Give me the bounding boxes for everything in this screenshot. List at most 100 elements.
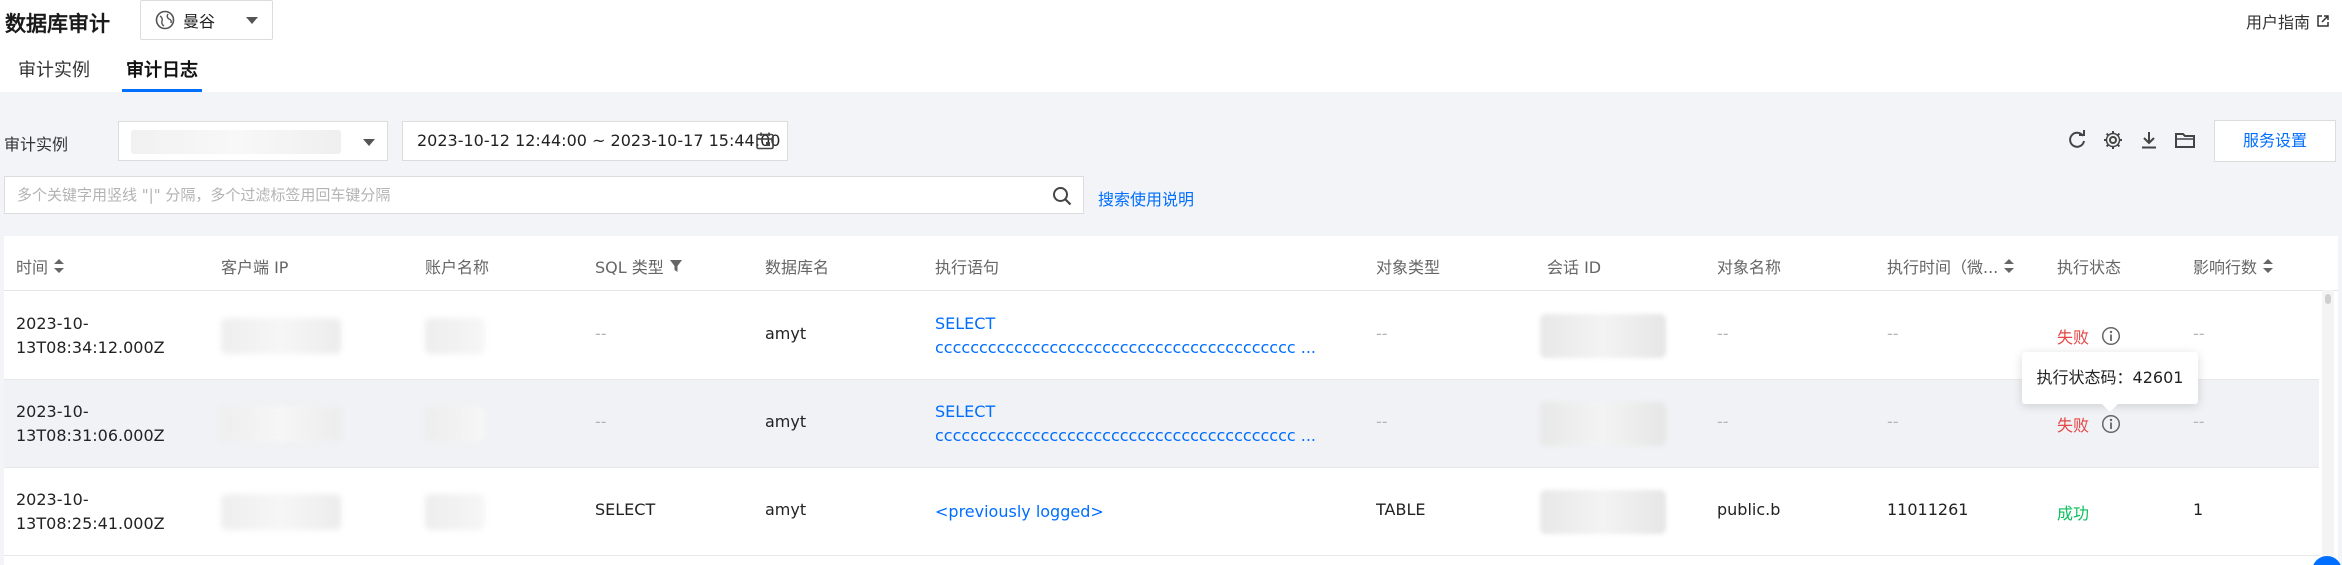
cell-object-name: -- — [1717, 324, 1729, 343]
service-settings-button[interactable]: 服务设置 — [2214, 120, 2336, 162]
sort-icon — [2004, 259, 2015, 273]
search-box — [4, 176, 1084, 214]
time-line-1: 2023-10- — [16, 314, 89, 333]
col-client-ip: 客户端 IP — [221, 254, 288, 278]
cell-object-name: public.b — [1717, 500, 1781, 519]
cell-object-type: -- — [1376, 412, 1388, 431]
table-row[interactable]: 2023-10- 13T08:31:06.000Z -- amyt SELECT… — [4, 380, 2319, 468]
col-label: 客户端 IP — [221, 258, 289, 277]
cell-db-name: amyt — [765, 500, 807, 519]
time-line-2: 13T08:31:06.000Z — [16, 426, 165, 445]
date-range-value: 2023-10-12 12:44:00 ~ 2023-10-17 15:44:0… — [417, 131, 781, 150]
cell-exec-time: 11011261 — [1887, 500, 1969, 519]
cell-sql-type: -- — [595, 324, 607, 343]
col-rows-affected[interactable]: 影响行数 — [2193, 254, 2274, 278]
col-exec-status: 执行状态 — [2057, 254, 2121, 278]
cell-time: 2023-10- 13T08:25:41.000Z — [16, 488, 165, 536]
cell-db-name: amyt — [765, 324, 807, 343]
session-id-redacted — [1540, 490, 1666, 534]
table-row[interactable]: 2023-10- 13T08:25:41.000Z SELECT amyt <p… — [4, 468, 2319, 556]
col-label: 时间 — [16, 258, 49, 277]
status-code-tooltip: 执行状态码：42601 — [2022, 352, 2198, 412]
col-label: 执行时间（微... — [1887, 258, 1999, 277]
cell-time: 2023-10- 13T08:34:12.000Z — [16, 312, 165, 360]
time-line-2: 13T08:34:12.000Z — [16, 338, 165, 357]
col-label: 会话 ID — [1547, 258, 1602, 277]
instance-value-redacted — [131, 130, 341, 154]
client-ip-redacted — [221, 406, 341, 442]
cell-rows-affected: -- — [2193, 324, 2205, 343]
col-time[interactable]: 时间 — [16, 254, 65, 278]
user-guide-label: 用户指南 — [2245, 13, 2310, 32]
account-redacted — [425, 406, 485, 442]
cell-time: 2023-10- 13T08:31:06.000Z — [16, 400, 165, 448]
download-icon[interactable] — [2138, 129, 2160, 151]
col-statement: 执行语句 — [935, 254, 999, 278]
audit-log-table: 时间 客户端 IP 账户名称 SQL 类型 数据库名 执行语句 对象类型 会话 … — [4, 236, 2338, 565]
cell-sql-type: SELECT — [595, 500, 656, 519]
time-line-1: 2023-10- — [16, 490, 89, 509]
statement-line-1: <previously logged> — [935, 502, 1104, 521]
col-db-name: 数据库名 — [765, 254, 829, 278]
toolbar-icons — [2066, 129, 2196, 151]
instance-select[interactable] — [118, 121, 388, 161]
table-header: 时间 客户端 IP 账户名称 SQL 类型 数据库名 执行语句 对象类型 会话 … — [4, 236, 2338, 291]
page-title: 数据库审计 — [5, 12, 110, 36]
cell-statement[interactable]: SELECT ccccccccccccccccccccccccccccccccc… — [935, 312, 1316, 360]
search-input[interactable] — [5, 177, 1025, 213]
region-selector[interactable]: 曼谷 — [140, 0, 273, 40]
sort-icon — [54, 259, 65, 273]
col-label: 执行状态 — [2057, 258, 2122, 277]
cell-rows-affected: 1 — [2193, 500, 2204, 519]
chevron-down-icon — [246, 17, 258, 24]
cell-statement[interactable]: <previously logged> — [935, 500, 1104, 524]
account-redacted — [425, 318, 485, 354]
col-label: 账户名称 — [425, 258, 490, 277]
statement-line-2: cccccccccccccccccccccccccccccccccccccccc… — [935, 426, 1317, 445]
cell-object-type: TABLE — [1376, 500, 1426, 519]
chevron-down-icon — [363, 139, 375, 146]
col-session-id: 会话 ID — [1547, 254, 1601, 278]
statement-line-1: SELECT — [935, 314, 996, 333]
info-icon[interactable] — [2101, 326, 2121, 346]
scrollbar-thumb[interactable] — [2325, 294, 2331, 304]
date-range-picker[interactable]: 2023-10-12 12:44:00 ~ 2023-10-17 15:44:0… — [402, 121, 788, 161]
col-label: 对象类型 — [1376, 258, 1441, 277]
globe-icon — [155, 10, 175, 30]
client-ip-redacted — [221, 494, 341, 530]
statement-line-2: cccccccccccccccccccccccccccccccccccccccc… — [935, 338, 1317, 357]
info-icon[interactable] — [2101, 414, 2121, 434]
user-guide-link[interactable]: 用户指南 — [2246, 9, 2330, 33]
session-id-redacted — [1540, 402, 1666, 446]
refresh-icon[interactable] — [2066, 129, 2088, 151]
table-row[interactable]: 2023-10- 13T08:34:12.000Z -- amyt SELECT… — [4, 292, 2319, 380]
col-exec-time[interactable]: 执行时间（微... — [1887, 254, 2015, 278]
col-label: 对象名称 — [1717, 258, 1782, 277]
status-badge: 失败 — [2057, 416, 2090, 435]
search-help-link[interactable]: 搜索使用说明 — [1098, 186, 1194, 210]
time-line-1: 2023-10- — [16, 402, 89, 421]
col-sql-type[interactable]: SQL 类型 — [595, 254, 682, 278]
cell-exec-time: -- — [1887, 412, 1899, 431]
table-scrollbar[interactable] — [2322, 290, 2334, 565]
session-id-redacted — [1540, 314, 1666, 358]
instance-filter-label: 审计实例 — [4, 135, 69, 154]
col-label: 数据库名 — [765, 258, 830, 277]
cell-statement[interactable]: SELECT ccccccccccccccccccccccccccccccccc… — [935, 400, 1316, 448]
cell-object-name: -- — [1717, 412, 1729, 431]
col-label: SQL 类型 — [595, 258, 664, 277]
settings-icon[interactable] — [2102, 129, 2124, 151]
cell-db-name: amyt — [765, 412, 807, 431]
status-badge: 成功 — [2057, 504, 2090, 523]
cell-exec-time: -- — [1887, 324, 1899, 343]
calendar-icon — [756, 132, 774, 150]
tab-audit-instance[interactable]: 审计实例 — [0, 56, 108, 92]
cell-object-type: -- — [1376, 324, 1388, 343]
statement-line-1: SELECT — [935, 402, 996, 421]
tab-audit-log[interactable]: 审计日志 — [108, 56, 216, 92]
search-icon[interactable] — [1051, 185, 1073, 207]
folder-icon[interactable] — [2174, 129, 2196, 151]
tab-bar: 审计实例 审计日志 — [0, 56, 216, 92]
region-label: 曼谷 — [183, 12, 216, 31]
page-header: 数据库审计 曼谷 用户指南 审计实例 审计日志 — [0, 0, 2342, 92]
